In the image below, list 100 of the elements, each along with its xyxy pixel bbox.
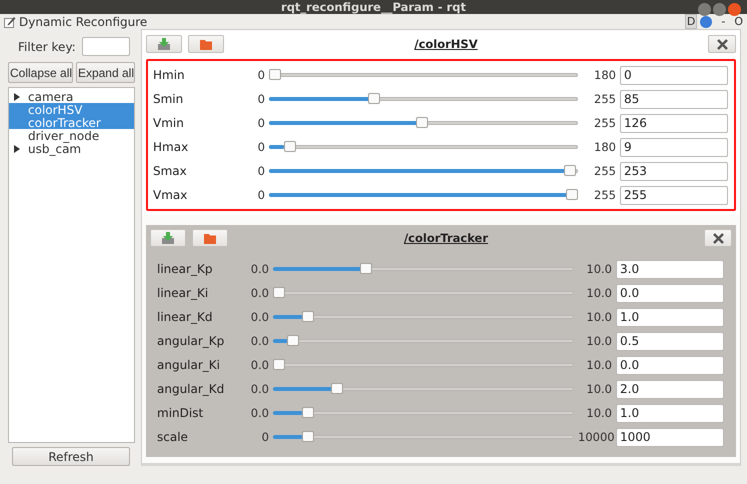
- min-value: 0: [256, 164, 265, 178]
- refresh-button[interactable]: Refresh: [12, 447, 130, 466]
- param-slider[interactable]: [273, 359, 574, 371]
- close-icon[interactable]: [728, 3, 741, 16]
- slider-thumb[interactable]: [360, 263, 372, 274]
- folder-icon: [204, 232, 216, 244]
- param-name: scale: [157, 430, 189, 444]
- value-field[interactable]: 1000: [616, 428, 724, 446]
- value-field[interactable]: 0.0: [616, 356, 724, 374]
- param-name: Hmax: [153, 140, 190, 154]
- slider-thumb[interactable]: [302, 311, 314, 322]
- value-field[interactable]: 255: [620, 186, 728, 204]
- min-value: 0.0: [250, 262, 269, 276]
- slider-thumb[interactable]: [273, 359, 285, 370]
- value-field[interactable]: 2.0: [616, 380, 724, 398]
- max-value: 255: [593, 92, 616, 106]
- param-slider[interactable]: [269, 69, 578, 81]
- close-panel-button[interactable]: [704, 229, 732, 247]
- max-value: 255: [593, 116, 616, 130]
- value-field[interactable]: 253: [620, 162, 728, 180]
- param-slider[interactable]: [269, 165, 578, 177]
- slider-thumb[interactable]: [330, 383, 343, 394]
- panel-title: /colorHSV: [413, 37, 479, 51]
- min-value: 0.0: [250, 406, 269, 420]
- tree-item[interactable]: camera: [9, 90, 134, 103]
- close-icon: [716, 38, 728, 50]
- pencil-icon: [4, 16, 16, 28]
- min-value: 0: [256, 92, 265, 106]
- slider-thumb[interactable]: [416, 117, 428, 128]
- download-icon: [162, 232, 174, 244]
- min-value: 0: [260, 430, 269, 444]
- min-value: 0.0: [250, 286, 269, 300]
- value-field[interactable]: 0: [620, 66, 728, 84]
- param-slider[interactable]: [273, 287, 574, 299]
- expand-arrow-icon[interactable]: [14, 92, 20, 100]
- slider-thumb[interactable]: [564, 165, 576, 176]
- value-field[interactable]: 1.0: [616, 404, 724, 422]
- param-name: Smin: [153, 92, 184, 106]
- expand-all-button[interactable]: Expand all: [76, 62, 135, 83]
- max-value: 180: [593, 140, 616, 154]
- param-slider[interactable]: [273, 383, 574, 395]
- slider-thumb[interactable]: [284, 141, 296, 152]
- help-d-button[interactable]: D: [684, 14, 698, 29]
- max-value: 10.0: [585, 262, 612, 276]
- param-slider[interactable]: [269, 141, 578, 153]
- param-name: minDist: [157, 406, 204, 420]
- min-value: 0.0: [250, 358, 269, 372]
- close-icon: [712, 232, 724, 244]
- panel-title: /colorTracker: [402, 231, 490, 245]
- collapse-all-button[interactable]: Collapse all: [8, 62, 73, 83]
- param-name: angular_Ki: [157, 358, 222, 372]
- slider-thumb[interactable]: [287, 335, 300, 346]
- folder-icon: [200, 38, 212, 50]
- slider-thumb[interactable]: [273, 287, 285, 298]
- tree-item[interactable]: usb_cam: [9, 142, 134, 155]
- value-field[interactable]: 0.0: [616, 284, 724, 302]
- minimize-button[interactable]: -: [721, 15, 726, 28]
- tree-item[interactable]: driver_node: [9, 129, 134, 142]
- max-value: 180: [593, 68, 616, 82]
- param-slider[interactable]: [273, 335, 574, 347]
- max-value: 10.0: [585, 310, 612, 324]
- min-value: 0: [256, 140, 265, 154]
- value-field[interactable]: 85: [620, 90, 728, 108]
- value-field[interactable]: 126: [620, 114, 728, 132]
- slider-thumb[interactable]: [566, 189, 578, 200]
- param-name: Smax: [153, 164, 188, 178]
- param-name: angular_Kd: [157, 382, 226, 396]
- param-slider[interactable]: [273, 407, 574, 419]
- download-icon: [158, 38, 170, 50]
- slider-thumb[interactable]: [302, 407, 314, 418]
- max-value: 10.0: [585, 382, 612, 396]
- param-slider[interactable]: [269, 117, 578, 129]
- min-value: 0.0: [250, 310, 269, 324]
- param-slider[interactable]: [269, 93, 578, 105]
- param-slider[interactable]: [273, 263, 574, 275]
- max-value: 255: [593, 164, 616, 178]
- load-button[interactable]: [188, 35, 224, 53]
- slider-thumb[interactable]: [269, 69, 281, 80]
- float-button[interactable]: O: [734, 15, 743, 28]
- expand-arrow-icon[interactable]: [14, 144, 20, 152]
- min-value: 0: [256, 68, 265, 82]
- close-panel-button[interactable]: [708, 35, 736, 53]
- filter-field[interactable]: [82, 37, 130, 56]
- save-button[interactable]: [146, 35, 182, 53]
- value-field[interactable]: 0.5: [616, 332, 724, 350]
- slider-thumb[interactable]: [368, 93, 380, 104]
- min-value: 0.0: [250, 334, 269, 348]
- param-slider[interactable]: [273, 431, 574, 443]
- param-name: Vmin: [153, 116, 185, 130]
- max-value: 10.0: [585, 406, 612, 420]
- param-slider[interactable]: [269, 189, 578, 201]
- param-slider[interactable]: [273, 311, 574, 323]
- slider-thumb[interactable]: [302, 431, 314, 442]
- load-button[interactable]: [192, 229, 228, 247]
- value-field[interactable]: 9: [620, 138, 728, 156]
- save-button[interactable]: [150, 229, 186, 247]
- value-field[interactable]: 3.0: [616, 260, 724, 278]
- max-value: 10.0: [585, 358, 612, 372]
- value-field[interactable]: 1.0: [616, 308, 724, 326]
- filter-label: Filter key:: [18, 40, 76, 54]
